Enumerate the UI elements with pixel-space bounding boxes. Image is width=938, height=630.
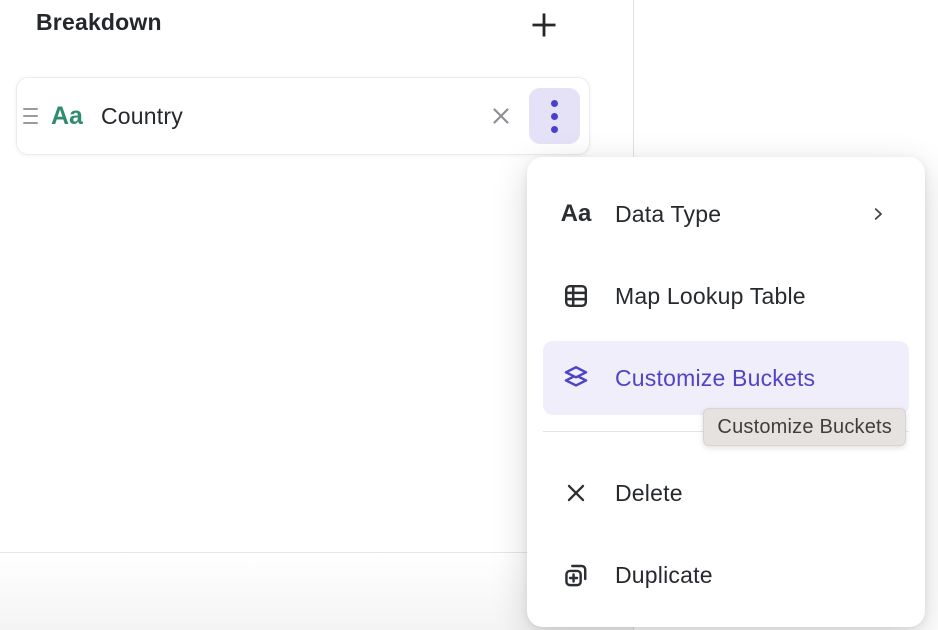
drag-handle-icon[interactable] [23,108,38,124]
breakdown-field-card: Aa Country [16,77,590,155]
table-icon [561,282,591,310]
data-type-aa-icon: Aa [561,202,591,226]
field-type-icon: Aa [51,104,83,129]
stack-icon [561,364,591,392]
chevron-right-icon [869,205,887,223]
copy-plus-icon [561,561,591,589]
menu-item-delete[interactable]: Delete [543,456,909,530]
menu-item-label: Customize Buckets [615,365,815,392]
close-icon [488,103,514,129]
panel-title: Breakdown [36,9,162,36]
menu-item-label: Map Lookup Table [615,283,806,310]
menu-item-label: Data Type [615,201,721,228]
menu-item-data-type[interactable]: Aa Data Type [543,177,909,251]
x-icon [561,480,591,506]
breakdown-panel: Breakdown Aa Country [0,0,938,630]
plus-icon [528,9,560,41]
menu-item-label: Delete [615,480,683,507]
customize-buckets-tooltip: Customize Buckets [703,408,906,446]
menu-item-duplicate[interactable]: Duplicate [543,538,909,612]
field-options-button[interactable] [529,88,580,144]
add-breakdown-button[interactable] [524,5,564,45]
remove-field-button[interactable] [483,98,519,134]
field-options-menu: Aa Data Type Map Lookup Table [527,157,925,627]
kebab-dots-icon [551,100,558,133]
menu-item-customize-buckets[interactable]: Customize Buckets [543,341,909,415]
menu-item-label: Duplicate [615,562,713,589]
field-label: Country [101,103,183,130]
menu-item-map-lookup-table[interactable]: Map Lookup Table [543,259,909,333]
